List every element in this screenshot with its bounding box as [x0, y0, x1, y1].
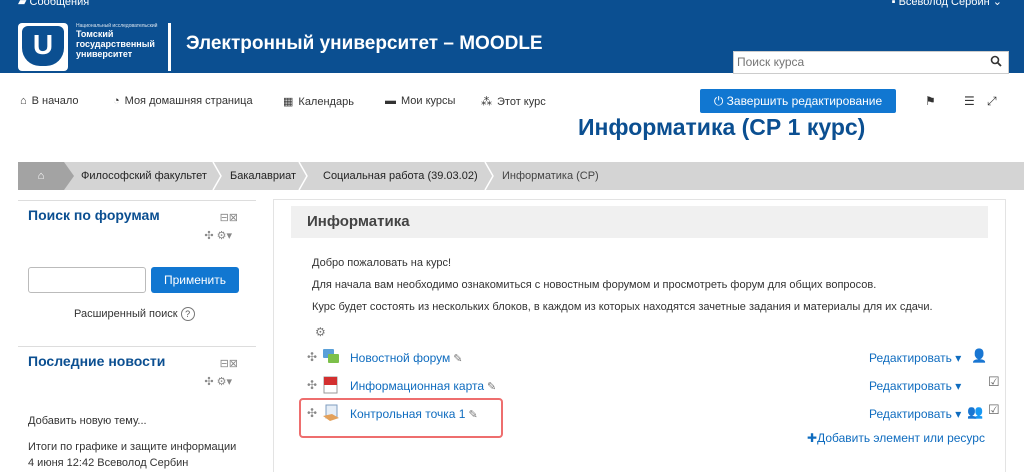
chat-icon: ▰ — [18, 0, 30, 8]
news-item[interactable]: Итоги по графике и защите информации — [28, 441, 254, 453]
university-name: Национальный исследовательский Томский г… — [76, 23, 158, 59]
nav-this-course[interactable]: ⁂ Этот курс — [481, 95, 546, 108]
course-search — [733, 51, 1009, 74]
activity-row: ✣ Новостной форум ✎ Редактировать ▾ 👤 — [307, 348, 997, 368]
edit-menu[interactable]: Редактировать ▾ — [869, 379, 961, 393]
messages-link[interactable]: ▰ Сообщения — [18, 0, 89, 8]
power-icon: ⏻ — [713, 94, 727, 108]
sidebar-toggle-icon[interactable]: ☰ — [964, 94, 975, 108]
breadcrumb-faculty[interactable]: Философский факультет — [81, 162, 207, 190]
block-title: Поиск по форумам — [28, 207, 160, 223]
block-move-gear-icon[interactable]: ✣ ⚙▾ — [204, 375, 232, 388]
user-icon[interactable]: 👤 — [971, 348, 987, 364]
user-menu[interactable]: ▪ Всеволод Сербин ⌄ — [892, 0, 1002, 8]
home-icon: ⌂ — [37, 170, 45, 182]
home-icon: ⌂ — [20, 95, 27, 107]
summary-line: Курс будет состоять из нескольких блоков… — [312, 301, 933, 313]
block-collapse-icon[interactable]: ⊟⊠ — [220, 211, 238, 224]
help-icon[interactable]: ? — [180, 307, 195, 321]
nav-dashboard[interactable]: ◔ Моя домашняя страница — [113, 95, 253, 107]
breadcrumb-chevron — [212, 162, 222, 190]
nav-home[interactable]: ⌂ В начало — [20, 95, 79, 107]
breadcrumb-bachelor[interactable]: Бакалавриат — [230, 162, 296, 190]
add-activity-link[interactable]: ✚Добавить элемент или ресурс — [807, 431, 985, 445]
block-move-gear-icon[interactable]: ✣ ⚙▾ — [204, 229, 232, 242]
site-title[interactable]: Электронный университет – MOODLE — [186, 33, 543, 55]
courses-icon: ▬ — [385, 95, 396, 107]
pdf-icon — [323, 376, 338, 394]
flag-icon[interactable]: ⚑ — [925, 94, 936, 108]
logo-shield: U — [22, 26, 64, 66]
block-title: Последние новости — [28, 353, 166, 369]
breadcrumb-chevron — [484, 162, 494, 190]
site-header: U Национальный исследовательский Томский… — [0, 9, 1024, 74]
move-icon[interactable]: ✣ — [307, 378, 317, 392]
edit-menu[interactable]: Редактировать ▾ — [869, 351, 961, 365]
gear-icon[interactable]: ⚙ — [315, 325, 326, 339]
breadcrumb-program[interactable]: Социальная работа (39.03.02) — [323, 162, 478, 190]
forum-icon — [323, 349, 339, 363]
apply-button[interactable]: Применить — [151, 267, 239, 293]
breadcrumb-home[interactable]: ⌂ — [18, 162, 64, 190]
summary-line: Добро пожаловать на курс! — [312, 257, 452, 269]
advanced-search-link[interactable]: Расширенный поиск? — [74, 307, 195, 321]
course-title: Информатика (СР 1 курс) — [578, 114, 866, 140]
move-icon[interactable]: ✣ — [307, 350, 317, 364]
breadcrumb-current: Информатика (СР) — [502, 170, 599, 182]
nav-my-courses[interactable]: ▬ Мои курсы — [385, 95, 455, 107]
completion-checkbox-icon[interactable]: ☑ — [988, 402, 1000, 418]
pencil-icon[interactable]: ✎ — [453, 353, 462, 365]
highlight-box — [299, 398, 503, 438]
add-topic-link[interactable]: Добавить новую тему... — [28, 415, 147, 427]
nav-calendar[interactable]: ▦ Календарь — [283, 95, 354, 108]
user-icon: ▪ — [891, 0, 899, 8]
group-icon[interactable]: 👥 — [967, 404, 983, 420]
finish-editing-button[interactable]: ⏻ Завершить редактирование — [700, 89, 896, 113]
calendar-icon: ▦ — [283, 96, 294, 108]
news-meta: 4 июня 12:42 Всеволод Сербин — [28, 457, 189, 469]
edit-menu[interactable]: Редактировать ▾ — [869, 407, 961, 421]
breadcrumb-separator — [64, 162, 74, 190]
forum-search-input[interactable] — [28, 267, 146, 293]
course-search-input[interactable] — [734, 52, 980, 71]
activity-link[interactable]: Информационная карта ✎ — [350, 379, 496, 393]
block-collapse-icon[interactable]: ⊟⊠ — [220, 357, 238, 370]
section-title: Информатика — [307, 213, 410, 230]
header-divider — [168, 23, 171, 71]
activity-row: ✣ Информационная карта ✎ Редактировать ▾ … — [307, 374, 1000, 396]
dashboard-icon: ◔ — [113, 95, 120, 107]
breadcrumb: ⌂ Философский факультет Бакалавриат Соци… — [18, 162, 1024, 190]
plus-icon: ✚ — [807, 431, 818, 445]
top-navbar: ▰ Сообщения ▪ Всеволод Сербин ⌄ — [0, 0, 1024, 9]
breadcrumb-chevron — [298, 162, 308, 190]
completion-checkbox-icon[interactable]: ☑ — [988, 374, 1000, 390]
chevron-down-icon: ⌄ — [992, 0, 1002, 8]
fullscreen-icon[interactable]: ⤢ — [987, 94, 997, 109]
tsu-logo[interactable]: U — [18, 23, 68, 71]
section-header: Информатика — [291, 206, 988, 238]
search-icon[interactable] — [990, 55, 1002, 70]
pencil-icon[interactable]: ✎ — [487, 381, 496, 393]
latest-news-block: Последние новости ⊟⊠ ✣ ⚙▾ Добавить новую… — [18, 346, 256, 472]
forum-search-block: Поиск по форумам ⊟⊠ ✣ ⚙▾ Применить Расши… — [18, 200, 256, 331]
sitemap-icon: ⁂ — [481, 96, 492, 108]
summary-line: Для начала вам необходимо ознакомиться с… — [312, 279, 877, 291]
activity-link[interactable]: Новостной форум ✎ — [350, 351, 463, 365]
